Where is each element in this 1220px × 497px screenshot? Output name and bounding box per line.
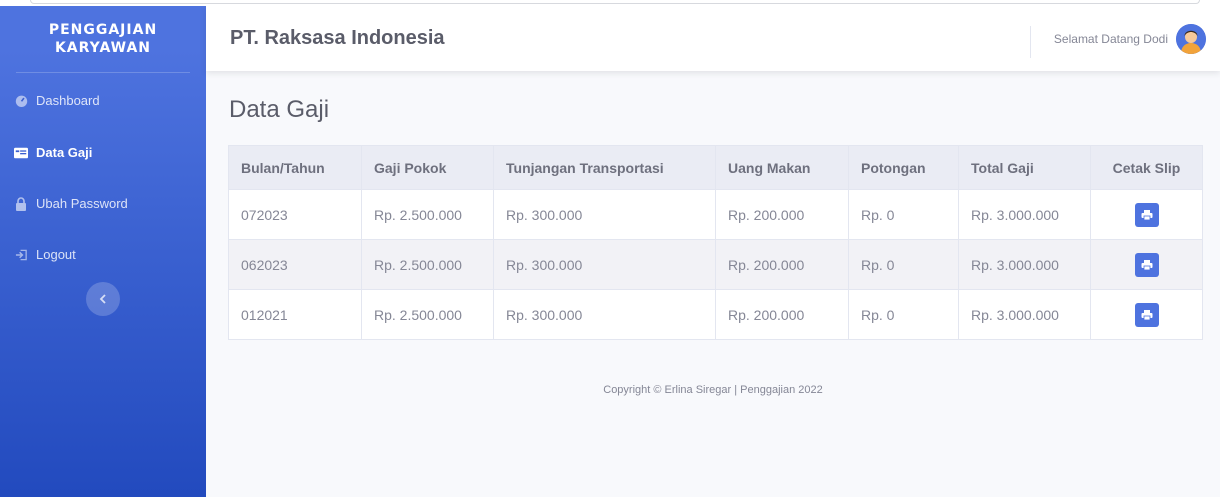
column-header: Gaji Pokok <box>361 145 494 190</box>
table-cell <box>1090 189 1203 240</box>
table-header-row: Bulan/Tahun Gaji Pokok Tunjangan Transpo… <box>228 145 1203 190</box>
print-slip-button[interactable] <box>1134 302 1159 327</box>
brand-line1: PENGGAJIAN <box>48 22 158 38</box>
column-header: Total Gaji <box>958 145 1091 190</box>
card-icon <box>14 146 28 160</box>
sidebar-item-label: Data Gaji <box>36 145 93 160</box>
sidebar-item-dashboard[interactable]: Dashboard <box>0 73 206 127</box>
table-cell: Rp. 2.500.000 <box>361 289 494 340</box>
table-cell <box>1090 239 1203 290</box>
table-row: 062023 Rp. 2.500.000 Rp. 300.000 Rp. 200… <box>228 239 1203 290</box>
table-cell: Rp. 2.500.000 <box>361 239 494 290</box>
logout-icon <box>14 248 28 262</box>
sidebar-item-label: Logout <box>36 247 76 262</box>
print-icon <box>1141 309 1152 320</box>
print-icon <box>1141 259 1152 270</box>
table-cell: Rp. 3.000.000 <box>958 189 1091 240</box>
sidebar-toggle-button[interactable] <box>86 282 120 316</box>
sidebar-item-label: Ubah Password <box>36 196 128 211</box>
table-cell: 072023 <box>228 189 362 240</box>
topbar-divider <box>1030 26 1031 58</box>
table-cell: Rp. 3.000.000 <box>958 289 1091 340</box>
table-cell: Rp. 3.000.000 <box>958 239 1091 290</box>
table-cell: Rp. 200.000 <box>715 289 849 340</box>
column-header: Potongan <box>848 145 959 190</box>
sidebar: PENGGAJIAN KARYAWAN Dashboard Data Gaji … <box>0 0 206 497</box>
table-cell: Rp. 2.500.000 <box>361 189 494 240</box>
column-header: Bulan/Tahun <box>228 145 362 190</box>
sidebar-item-logout[interactable]: Logout <box>0 229 206 280</box>
sidebar-item-label: Dashboard <box>36 92 100 108</box>
table-row: 012021 Rp. 2.500.000 Rp. 300.000 Rp. 200… <box>228 289 1203 340</box>
salary-table: Bulan/Tahun Gaji Pokok Tunjangan Transpo… <box>228 145 1203 340</box>
column-header: Cetak Slip <box>1090 145 1203 190</box>
brand-line2: KARYAWAN <box>54 40 152 56</box>
sidebar-item-data-gaji[interactable]: Data Gaji <box>0 127 206 178</box>
table-cell: Rp. 0 <box>848 189 959 240</box>
table-cell: Rp. 300.000 <box>493 289 716 340</box>
page-title: Data Gaji <box>229 96 330 123</box>
sidebar-item-ubah-password[interactable]: Ubah Password <box>0 178 206 229</box>
table-cell: Rp. 0 <box>848 239 959 290</box>
print-slip-button[interactable] <box>1134 202 1159 227</box>
topbar: PT. Raksasa Indonesia Selamat Datang Dod… <box>206 6 1220 71</box>
table-cell: 012021 <box>228 289 362 340</box>
column-header: Uang Makan <box>715 145 849 190</box>
table-row: 072023 Rp. 2.500.000 Rp. 300.000 Rp. 200… <box>228 189 1203 240</box>
table-cell: Rp. 300.000 <box>493 189 716 240</box>
table-cell: Rp. 200.000 <box>715 239 849 290</box>
chevron-left-icon <box>99 294 106 304</box>
column-header: Tunjangan Transportasi <box>493 145 716 190</box>
table-cell: Rp. 200.000 <box>715 189 849 240</box>
print-slip-button[interactable] <box>1134 252 1159 277</box>
print-icon <box>1141 209 1152 220</box>
table-cell <box>1090 289 1203 340</box>
lock-icon <box>14 196 28 211</box>
browser-top-strip <box>0 0 1220 6</box>
table-cell: Rp. 0 <box>848 289 959 340</box>
avatar[interactable] <box>1176 24 1206 54</box>
dashboard-icon <box>14 93 28 107</box>
table-cell: Rp. 300.000 <box>493 239 716 290</box>
company-name: PT. Raksasa Indonesia <box>230 27 445 49</box>
footer-copyright: Copyright © Erlina Siregar | Penggajian … <box>603 384 823 396</box>
welcome-text[interactable]: Selamat Datang Dodi <box>1054 32 1168 46</box>
table-cell: 062023 <box>228 239 362 290</box>
sidebar-brand[interactable]: PENGGAJIAN KARYAWAN <box>0 0 206 72</box>
